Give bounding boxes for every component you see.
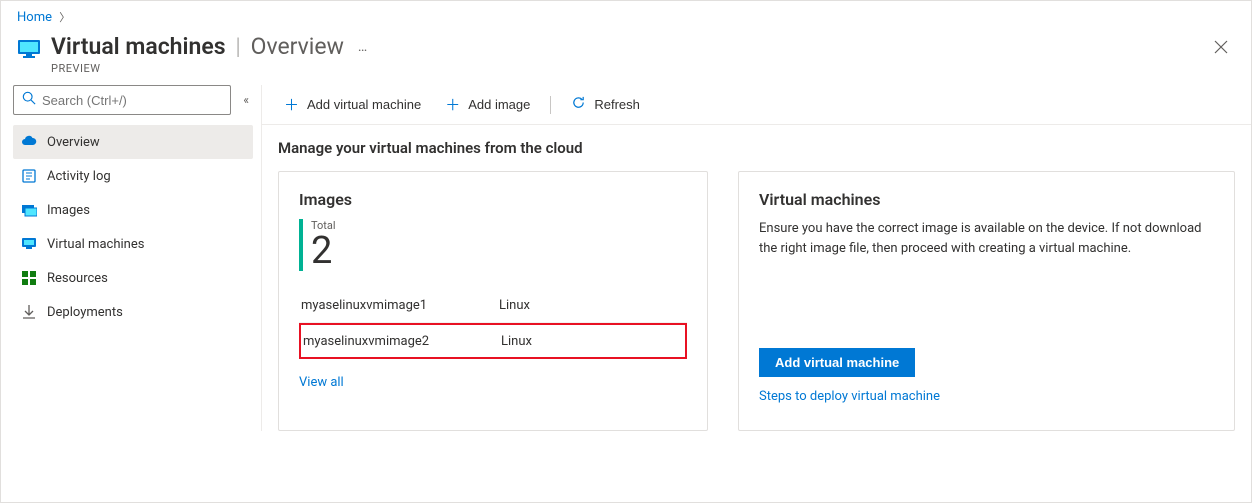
toolbar-separator <box>550 96 551 114</box>
breadcrumb-home[interactable]: Home <box>17 10 52 25</box>
sidebar-item-label: Activity log <box>47 169 111 184</box>
add-image-label: Add image <box>468 97 530 112</box>
vm-icon <box>21 236 37 252</box>
log-icon <box>21 168 37 184</box>
sidebar-item-activity-log[interactable]: Activity log <box>13 159 253 193</box>
cloud-icon <box>21 134 37 150</box>
refresh-icon <box>571 95 586 114</box>
chevron-right-icon: 〉 <box>55 11 74 24</box>
deployments-icon <box>21 304 37 320</box>
resources-icon <box>21 270 37 286</box>
sidebar-item-label: Overview <box>47 135 100 150</box>
more-menu-icon[interactable]: … <box>352 39 367 55</box>
sidebar-item-label: Resources <box>47 271 108 286</box>
view-all-link[interactable]: View all <box>299 375 687 390</box>
images-card: Images Total 2 myaselinuxvmimage1Linuxmy… <box>278 171 708 431</box>
page-title: Virtual machines <box>51 33 226 60</box>
image-row[interactable]: myaselinuxvmimage1Linux <box>299 289 687 323</box>
breadcrumb: Home 〉 <box>1 1 1251 29</box>
images-icon <box>21 202 37 218</box>
toolbar: ＋ Add virtual machine ＋ Add image Refres… <box>262 85 1251 125</box>
steps-link[interactable]: Steps to deploy virtual machine <box>759 389 1214 404</box>
image-os: Linux <box>499 298 687 313</box>
sidebar-item-label: Images <box>47 203 90 218</box>
plus-icon: ＋ <box>445 94 460 115</box>
sidebar-item-overview[interactable]: Overview <box>13 125 253 159</box>
sidebar-item-resources[interactable]: Resources <box>13 261 253 295</box>
sidebar-item-deployments[interactable]: Deployments <box>13 295 253 329</box>
sidebar: « Overview Activity log Images Virtual mach… <box>1 85 261 431</box>
plus-icon: ＋ <box>284 94 299 115</box>
sidebar-item-images[interactable]: Images <box>13 193 253 227</box>
add-vm-primary-button[interactable]: Add virtual machine <box>759 348 915 377</box>
refresh-label: Refresh <box>594 97 640 112</box>
sidebar-item-label: Deployments <box>47 305 123 320</box>
preview-badge: PREVIEW <box>51 62 367 75</box>
kpi-accent-bar <box>299 219 303 271</box>
add-image-button[interactable]: ＋ Add image <box>435 88 540 121</box>
image-name: myaselinuxvmimage2 <box>301 334 501 349</box>
vm-card: Virtual machines Ensure you have the cor… <box>738 171 1235 431</box>
image-os: Linux <box>501 334 685 349</box>
refresh-button[interactable]: Refresh <box>561 89 650 120</box>
add-vm-label: Add virtual machine <box>307 97 421 112</box>
search-input-wrap[interactable] <box>13 85 231 115</box>
image-name: myaselinuxvmimage1 <box>299 298 499 313</box>
sidebar-item-label: Virtual machines <box>47 237 144 252</box>
images-table: myaselinuxvmimage1Linuxmyaselinuxvmimage… <box>299 289 687 359</box>
title-separator: | <box>234 33 243 60</box>
images-card-title: Images <box>299 190 687 209</box>
search-input[interactable] <box>42 93 222 108</box>
content-heading: Manage your virtual machines from the cl… <box>262 125 1251 171</box>
close-button[interactable] <box>1209 35 1233 59</box>
add-vm-button[interactable]: ＋ Add virtual machine <box>274 88 431 121</box>
image-row[interactable]: myaselinuxvmimage2Linux <box>299 323 687 359</box>
collapse-sidebar-button[interactable]: « <box>239 89 253 111</box>
page-section: Overview <box>251 33 344 60</box>
search-icon <box>22 91 36 109</box>
sidebar-nav: Overview Activity log Images Virtual machin… <box>13 125 253 329</box>
vm-card-title: Virtual machines <box>759 190 1214 209</box>
vm-resource-icon <box>17 37 41 65</box>
vm-card-description: Ensure you have the correct image is ava… <box>759 219 1214 258</box>
page-header: Virtual machines | Overview … PREVIEW <box>1 29 1251 85</box>
kpi-value: 2 <box>311 232 336 270</box>
images-kpi: Total 2 <box>299 219 687 271</box>
sidebar-item-virtual-machines[interactable]: Virtual machines <box>13 227 253 261</box>
main-panel: ＋ Add virtual machine ＋ Add image Refres… <box>261 85 1251 431</box>
